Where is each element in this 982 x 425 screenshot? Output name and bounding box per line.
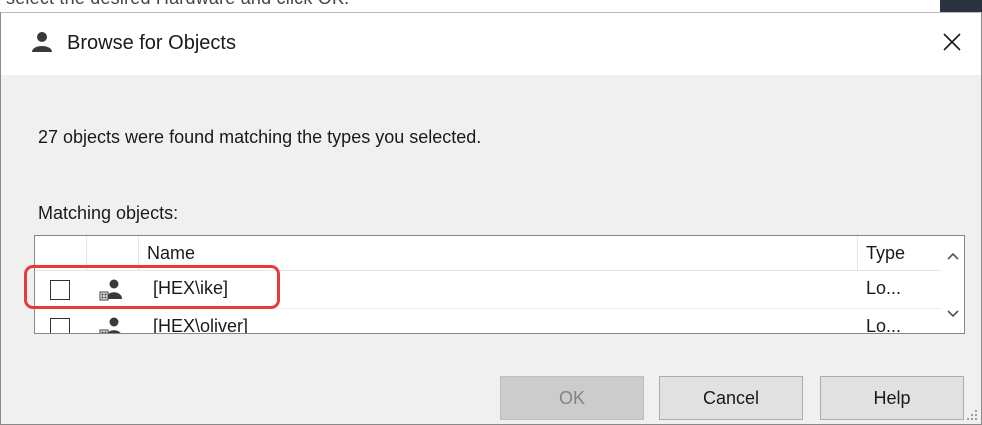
row-name: [HEX\oliver] xyxy=(153,316,249,334)
local-user-icon xyxy=(99,279,122,301)
header-checkbox-column[interactable] xyxy=(35,236,87,270)
scroll-up-button[interactable] xyxy=(941,244,964,268)
close-icon xyxy=(943,33,961,51)
background-instruction-text: select the desired Hardware and click OK… xyxy=(6,0,349,9)
close-button[interactable] xyxy=(923,13,981,71)
title-bar[interactable]: Browse for Objects xyxy=(1,13,981,75)
column-header-type[interactable]: Type xyxy=(858,236,941,270)
row-checkbox[interactable] xyxy=(50,318,70,333)
column-header-type-label: Type xyxy=(866,243,906,263)
chevron-down-icon xyxy=(946,310,959,318)
ok-button[interactable]: OK xyxy=(500,376,644,420)
column-header-name-label: Name xyxy=(147,243,196,263)
row-checkbox[interactable] xyxy=(50,280,70,300)
user-icon xyxy=(32,32,52,52)
background-window: select the desired Hardware and click OK… xyxy=(0,0,982,12)
dialog-title: Browse for Objects xyxy=(67,32,236,54)
matching-objects-list[interactable]: Name Type [HEX\ike] Lo... [HEX\oliver] L… xyxy=(34,235,965,334)
local-user-icon xyxy=(99,317,121,333)
chevron-up-icon xyxy=(946,252,959,260)
row-name: [HEX\ike] xyxy=(153,278,229,298)
results-message: 27 objects were found matching the types… xyxy=(38,127,482,147)
browse-for-objects-dialog: Browse for Objects 27 objects were found… xyxy=(0,12,982,425)
list-header: Name Type xyxy=(35,236,941,271)
header-icon-column[interactable] xyxy=(87,236,139,270)
resize-grip-icon[interactable] xyxy=(966,409,978,421)
table-row[interactable]: [HEX\ike] Lo... xyxy=(35,271,941,309)
matching-objects-label: Matching objects: xyxy=(38,203,179,223)
help-button[interactable]: Help xyxy=(820,376,964,420)
background-corner xyxy=(940,0,982,12)
row-type: Lo... xyxy=(866,316,902,334)
row-type: Lo... xyxy=(866,278,902,298)
column-header-name[interactable]: Name xyxy=(139,236,858,270)
vertical-scrollbar[interactable] xyxy=(941,236,964,333)
scroll-down-button[interactable] xyxy=(941,302,964,326)
table-row[interactable]: [HEX\oliver] Lo... xyxy=(35,309,941,334)
cancel-button[interactable]: Cancel xyxy=(659,376,803,420)
